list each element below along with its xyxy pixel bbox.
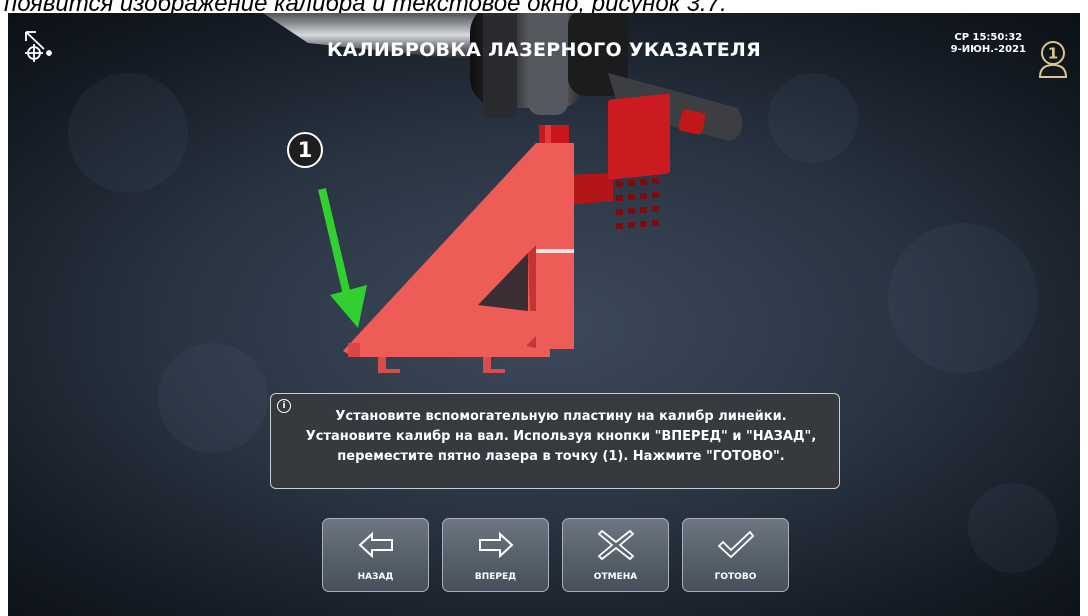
time-label: СР 15:50:32 (954, 32, 1023, 43)
date-label: 9-ИЮН.-2021 (950, 44, 1026, 55)
instruction-text: Установите вспомогательную пластину на к… (301, 407, 821, 467)
info-icon: i (277, 399, 291, 413)
back-button[interactable]: НАЗАД (322, 518, 429, 592)
calibration-screen: 1 КАЛИБРОВКА ЛАЗЕРНОГО УКАЗАТЕЛЯ СР 15:5… (8, 13, 1080, 616)
page: появится изображение калибра и текстовое… (0, 0, 1088, 616)
done-button-label: ГОТОВО (714, 572, 757, 582)
operator-glyph: 1 (1038, 41, 1068, 78)
back-button-label: НАЗАД (357, 572, 394, 582)
calibration-point-marker: 1 (287, 132, 323, 168)
page-title: КАЛИБРОВКА ЛАЗЕРНОГО УКАЗАТЕЛЯ (326, 39, 762, 61)
cancel-button-label: ОТМЕНА (593, 572, 638, 582)
checkmark-icon (717, 530, 755, 559)
instruction-line: переместите пятно лазера в точку (1). На… (337, 449, 785, 464)
operator-icon[interactable]: 1 (1036, 39, 1070, 79)
arrow-right-icon (479, 531, 514, 559)
gauge-body (343, 93, 670, 373)
done-button[interactable]: ГОТОВО (682, 518, 789, 592)
close-icon (597, 529, 635, 561)
instruction-line: Установите калибр на вал. Используя кноп… (305, 429, 817, 444)
arrow-left-icon (358, 531, 393, 559)
indicator-arrow (318, 188, 367, 328)
operator-number: 1 (1048, 45, 1058, 63)
forward-button[interactable]: ВПЕРЕД (442, 518, 549, 592)
cancel-button[interactable]: ОТМЕНА (562, 518, 669, 592)
datetime-display: СР 15:50:32 9-ИЮН.-2021 (951, 32, 1026, 56)
forward-button-label: ВПЕРЕД (474, 572, 517, 582)
instruction-message: i Установите вспомогательную пластину на… (270, 393, 840, 489)
instruction-line: Установите вспомогательную пластину на к… (335, 409, 787, 424)
